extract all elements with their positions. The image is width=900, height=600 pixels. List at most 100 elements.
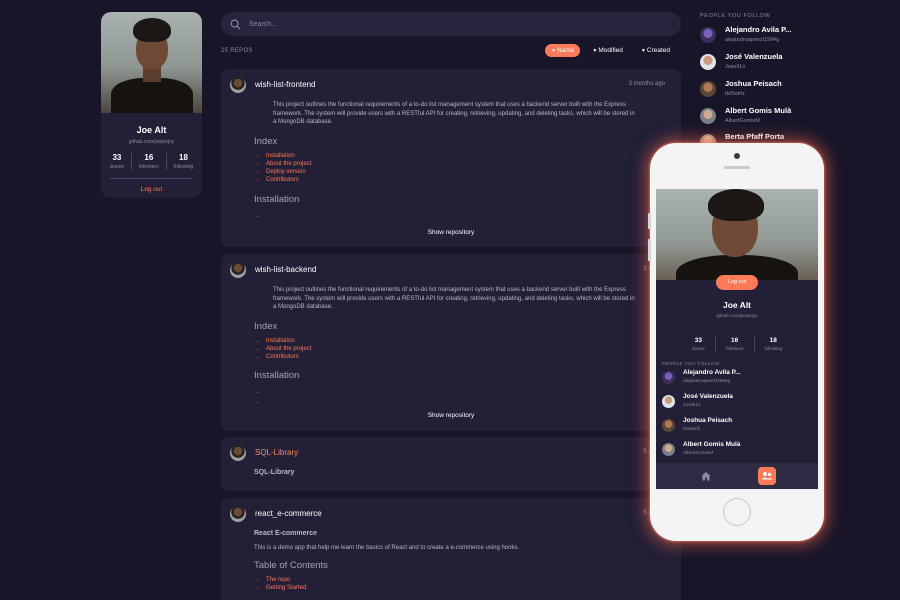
person-name: José Valenzuela [683, 393, 733, 400]
phone-mockup: Log out Joe Alt github.com/joejoejoy 33 … [648, 143, 824, 541]
avatar [700, 81, 716, 97]
stat-label: issues [691, 346, 705, 351]
repo-heading: Installation [254, 370, 300, 382]
repo-name[interactable]: SQL-Library [255, 448, 298, 457]
stat-followers: 16 followers [714, 337, 754, 351]
profile-card: Joe Alt github.com/joejoejoy 33 issues 1… [101, 12, 202, 198]
repo-time: 3 months ago [628, 81, 665, 87]
repo-heading: Index [254, 320, 278, 332]
profile-photo [656, 189, 818, 280]
phone-side-button [648, 213, 651, 229]
sort-modified-button[interactable]: ▼Modified [586, 44, 629, 57]
repo-name[interactable]: wish-list-frontend [255, 80, 315, 89]
home-icon[interactable] [700, 470, 712, 482]
repo-heading: Installation [254, 193, 300, 205]
profile-photo [101, 12, 202, 113]
repo-description: This project outlines the functional req… [273, 287, 635, 310]
person-username: AlbertGomisM [725, 118, 760, 124]
stat-label: following [764, 346, 783, 351]
list-item: About the project [266, 160, 681, 168]
phone-home-button[interactable] [723, 498, 751, 526]
repo-card: SQL-Library 5 month SQL-Library [221, 437, 681, 491]
repo-link[interactable]: Deploy version [266, 169, 306, 175]
stat-value: 33 [112, 153, 122, 162]
search-input[interactable] [249, 20, 649, 28]
profile-name: Joe Alt [136, 125, 167, 135]
sort-created-button[interactable]: ▼Created [635, 44, 676, 57]
repo-link[interactable]: Installation [266, 338, 295, 344]
sort-label: Modified [598, 47, 623, 54]
repo-link-list: Installation About the project Deploy ve… [266, 152, 681, 185]
following-title: PEOPLE YOU FOLLOW [662, 361, 720, 366]
repo-link[interactable]: The repo [266, 577, 290, 583]
person-name: Albert Gomis Mulà [725, 106, 792, 115]
logout-button[interactable]: Log out [716, 275, 758, 290]
stat-following: 18 following [165, 153, 200, 170]
repo-link-list: The repo Getting Started [266, 576, 681, 593]
avatar [662, 443, 675, 456]
repo-heading: Table of Contents [254, 560, 328, 571]
empty-list [266, 387, 681, 407]
stat-value: 33 [694, 337, 702, 344]
people-nav-button[interactable] [758, 467, 776, 485]
stat-issues: 33 issues [682, 337, 715, 351]
repo-text: This is a demo app that help me learn th… [254, 545, 520, 551]
repo-link[interactable]: Contributors [266, 177, 299, 183]
person-name: Joshua Peisach [683, 417, 733, 424]
avatar [662, 419, 675, 432]
repo-name[interactable]: wish-list-backend [255, 265, 316, 274]
avatar [662, 371, 675, 384]
show-repository-button[interactable]: Show repository [221, 412, 681, 419]
stat-label: followers [725, 346, 744, 351]
sort-triangle-icon: ▼ [592, 48, 598, 54]
sort-name-button[interactable]: ▼Name [545, 44, 581, 57]
repo-subtitle: SQL-Library [254, 469, 295, 476]
phone-speaker [724, 166, 750, 169]
person-username: Joseli1o [683, 403, 701, 408]
repo-link[interactable]: About the project [266, 346, 311, 352]
stat-issues: 33 issues [103, 153, 131, 170]
repo-link[interactable]: Getting Started [266, 585, 306, 591]
stat-value: 16 [731, 337, 739, 344]
stat-following: 18 following [753, 337, 793, 351]
list-item: Deploy version [266, 168, 681, 176]
repo-header: wish-list-frontend 3 months ago [221, 69, 681, 99]
list-item: Contributors [266, 176, 681, 184]
search-icon [230, 19, 241, 29]
person-name: José Valenzuela [725, 52, 783, 61]
person-name: Alejandro Avila P... [725, 25, 792, 34]
list-item: Installation [266, 152, 681, 160]
profile-name: Joe Alt [722, 300, 752, 310]
person-username: alejandroapenzl1994g [725, 37, 780, 43]
avatar [700, 108, 716, 124]
logout-button[interactable]: Log out [101, 186, 202, 193]
person-username: Itz5wirlz [725, 91, 745, 97]
search-bar[interactable] [221, 12, 681, 36]
repo-link[interactable]: About the project [266, 161, 311, 167]
phone-side-button [648, 239, 651, 261]
repo-card: react_e-commerce 5 month React E-commerc… [221, 498, 681, 600]
avatar [230, 445, 246, 461]
stat-label: issues [109, 164, 124, 170]
profile-url[interactable]: github.com/joejoejoy [101, 139, 202, 145]
profile-url[interactable]: github.com/joejoejoy [656, 313, 818, 318]
profile-stats: 33 issues 16 followers 18 following [656, 337, 818, 351]
repo-link[interactable]: Contributors [266, 354, 299, 360]
repo-header: SQL-Library 5 month [221, 437, 681, 467]
person-username: Joseli1o [725, 64, 746, 70]
phone-screen: Log out Joe Alt github.com/joejoejoy 33 … [656, 189, 818, 489]
stat-value: 18 [769, 337, 777, 344]
repo-heading: Index [254, 135, 278, 147]
repo-subtitle: React E-commerce [254, 530, 318, 537]
list-item: Getting Started [266, 584, 681, 592]
repo-description: This project outlines the functional req… [273, 102, 635, 125]
people-icon [761, 472, 773, 480]
profile-stats: 33 issues 16 followers 18 following [101, 153, 202, 170]
avatar [700, 54, 716, 70]
person-name: Berta Pfaff Porta [725, 132, 785, 141]
following-title: PEOPLE YOU FOLLOW [700, 13, 771, 19]
repo-link[interactable]: Installation [266, 153, 295, 159]
show-repository-button[interactable]: Show repository [221, 229, 681, 236]
stat-followers: 16 followers [130, 153, 166, 170]
repo-name[interactable]: react_e-commerce [255, 509, 322, 518]
